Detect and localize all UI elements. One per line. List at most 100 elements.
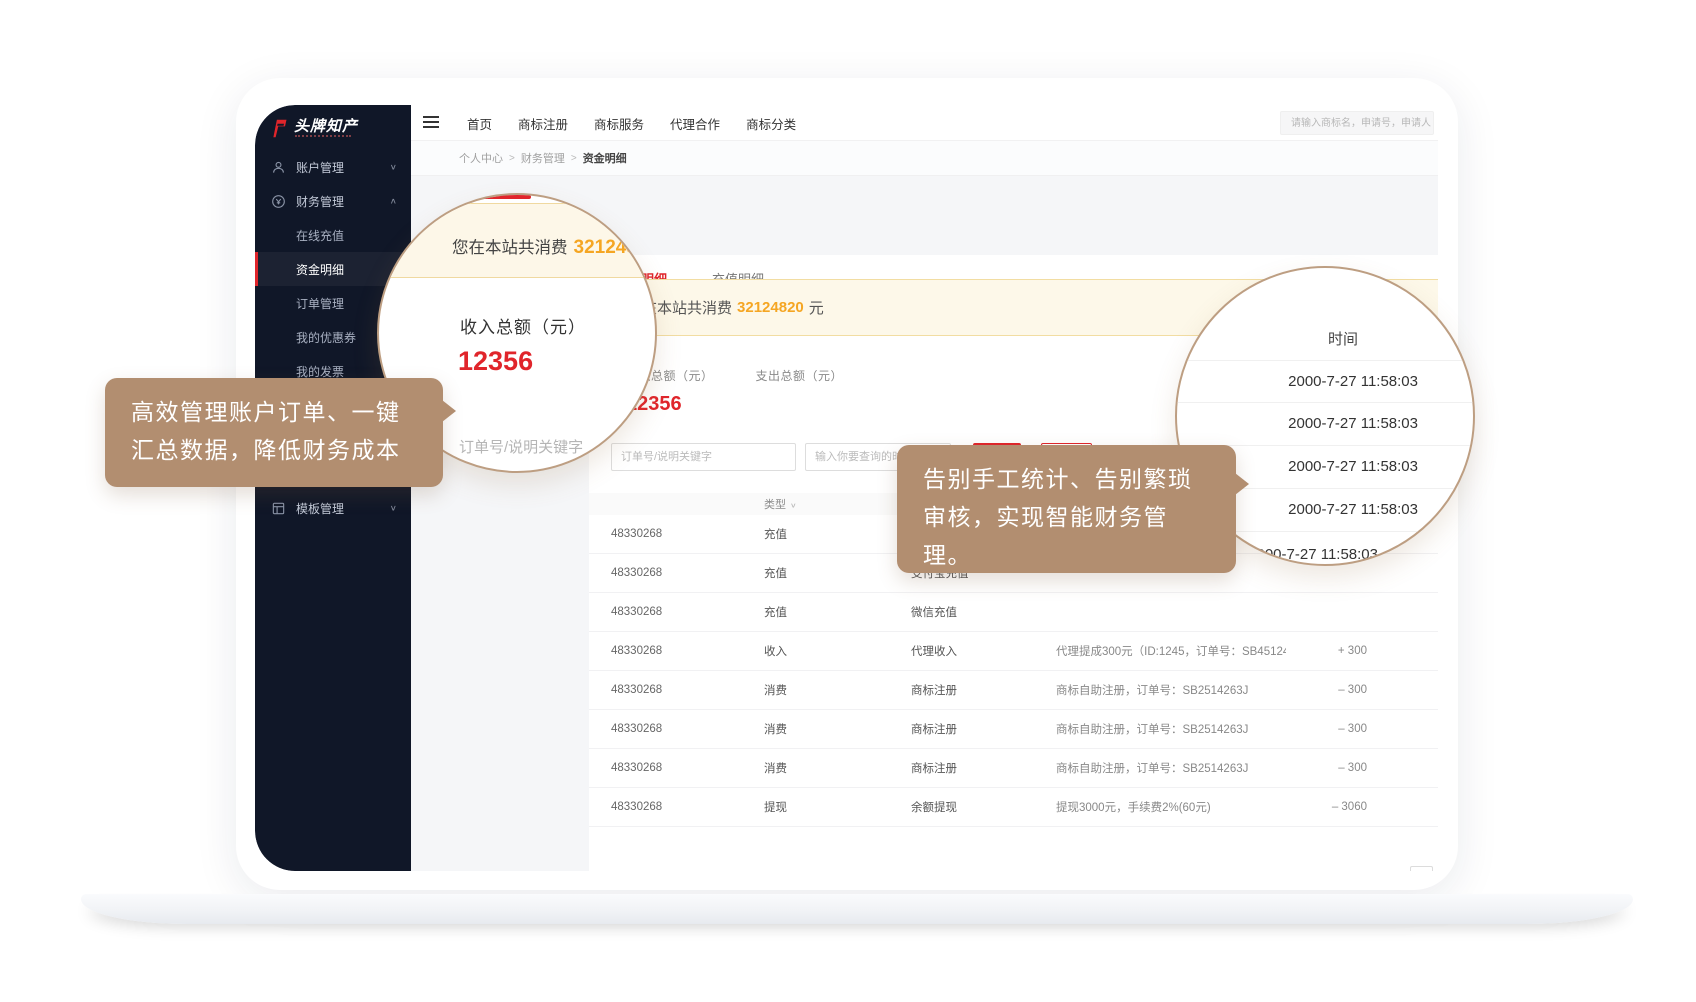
sidebar-item-label: 账户管理: [296, 159, 344, 176]
logo-subtext: [295, 135, 351, 137]
cell-balance: ¥ 12231: [1387, 762, 1438, 774]
cell-project: 代理收入: [911, 643, 1056, 659]
cell-type: 提现: [764, 799, 911, 815]
magnified-income-value: 12356: [458, 346, 533, 377]
table-row-3: 48330268收入代理收入代理提成300元（ID:1245，订单号：SB451…: [589, 632, 1438, 671]
nav-menu: 首页 商标注册 商标服务 代理合作 商标分类: [467, 105, 796, 141]
hamburger-menu-icon[interactable]: [423, 116, 439, 131]
col-header-1[interactable]: 类型 ∨: [764, 496, 911, 512]
cell-order: 48330268: [611, 645, 764, 657]
nav-item-4[interactable]: 商标分类: [746, 114, 796, 133]
cell-desc: 代理提成300元（ID:1245，订单号：SB45124）: [1056, 643, 1286, 659]
tooltip-right-line: 审核，实现智能财务管: [923, 498, 1210, 536]
logo[interactable]: 头牌知产: [269, 115, 358, 151]
cell-order: 48330268: [611, 801, 764, 813]
template-icon: [271, 501, 286, 516]
magnified-tab-underline: [483, 195, 531, 199]
sidebar-item-0[interactable]: 账户管理 ∨: [255, 150, 411, 184]
magnified-time-value: 2000-7-27 11:58:03: [1288, 501, 1418, 518]
cell-desc: 商标自助注册，订单号：SB2514263J: [1056, 760, 1286, 776]
sidebar-item-label: 财务管理: [296, 193, 344, 210]
magnified-banner-text: 您在本站共消费 32124820: [452, 234, 657, 259]
magnified-time-value: 2000-7-27 11:58:03: [1288, 415, 1418, 432]
breadcrumb-item-1[interactable]: 财务管理: [521, 150, 565, 166]
tooltip-right-arrow: [1235, 473, 1249, 495]
table-row-4: 48330268消费商标注册商标自助注册，订单号：SB2514263J– 300…: [589, 671, 1438, 710]
tooltip-right: 告别手工统计、告别繁琐审核，实现智能财务管理。: [897, 445, 1236, 573]
nav-item-0[interactable]: 首页: [467, 114, 492, 133]
magnified-time-row: 2000-7-27 11:58:03: [1175, 403, 1475, 446]
stat-1: 支出总额（元）: [709, 367, 843, 393]
trademark-search-input[interactable]: [1280, 111, 1434, 135]
cell-order: 48330268: [611, 528, 764, 540]
cell-order: 48330268: [611, 723, 764, 735]
magnified-keyword-placeholder: 订单号/说明关键字: [459, 436, 583, 457]
cell-order: 48330268: [611, 762, 764, 774]
table-row-2: 48330268充值微信充值2000-7-27 11:58:03: [589, 593, 1438, 632]
chevron-icon: ∨: [390, 504, 397, 513]
col-header-label: 类型: [764, 499, 786, 511]
magnified-banner-value: 32124820: [574, 237, 658, 258]
nav-item-2[interactable]: 商标服务: [594, 114, 644, 133]
sidebar-item-label: 模板管理: [296, 500, 344, 517]
cell-type: 消费: [764, 682, 911, 698]
magnified-time-partial: 2000-7-27 11:58:03: [1248, 546, 1378, 563]
magnified-time-row: 2000-7-27 11:58:03: [1175, 360, 1475, 403]
cell-desc: 商标自助注册，订单号：SB2514263J: [1056, 721, 1286, 737]
magnified-income-label: 收入总额（元）: [460, 313, 586, 338]
user-icon: [271, 160, 286, 175]
tooltip-left: 高效管理账户订单、一键汇总数据，降低财务成本: [105, 378, 443, 487]
cell-balance: ¥ 12231: [1387, 801, 1438, 813]
top-navbar: 首页 商标注册 商标服务 代理合作 商标分类: [411, 105, 1438, 141]
cell-amount: + 300: [1286, 645, 1367, 657]
cell-type: 消费: [764, 721, 911, 737]
nav-item-1[interactable]: 商标注册: [518, 114, 568, 133]
sidebar-item-7[interactable]: 模板管理 ∨: [255, 491, 411, 525]
pagination-prev-button[interactable]: <: [1410, 866, 1433, 871]
sort-chevron-icon: ∨: [790, 501, 797, 509]
cell-balance: ¥ 12231: [1387, 684, 1438, 696]
tooltip-left-arrow: [442, 400, 456, 422]
finance-icon: [271, 194, 286, 209]
magnified-banner-prefix: 您在本站共消费: [452, 239, 568, 257]
laptop-base: [81, 894, 1633, 924]
sidebar-item-label: 订单管理: [296, 295, 344, 312]
cell-type: 消费: [764, 760, 911, 776]
logo-text: 头牌知产: [294, 115, 358, 136]
sidebar-item-label: 资金明细: [296, 261, 344, 278]
table-row-7: 48330268提现余额提现提现3000元，手续费2%(60元)– 3060¥ …: [589, 788, 1438, 827]
sidebar-item-label: 我的优惠券: [296, 329, 356, 346]
breadcrumb-separator: >: [509, 153, 515, 164]
tooltip-right-line: 理。: [923, 536, 1210, 574]
breadcrumb-item-0[interactable]: 个人中心: [459, 150, 503, 166]
cell-type: 收入: [764, 643, 911, 659]
stat-label: 支出总额（元）: [709, 367, 843, 384]
cell-amount: – 3060: [1286, 801, 1367, 813]
magnified-time-value: 2000-7-27 11:58:03: [1288, 373, 1418, 390]
cell-desc: 商标自助注册，订单号：SB2514263J: [1056, 682, 1286, 698]
banner-unit: 元: [809, 297, 824, 318]
tooltip-left-line: 高效管理账户订单、一键: [131, 393, 417, 431]
cell-order: 48330268: [611, 684, 764, 696]
breadcrumb-separator: >: [571, 153, 577, 164]
nav-item-3[interactable]: 代理合作: [670, 114, 720, 133]
magnified-time-header: 时间: [1328, 328, 1358, 349]
logo-icon: [269, 118, 290, 139]
banner-value: 32124820: [737, 299, 804, 316]
table-row-5: 48330268消费商标注册商标自助注册，订单号：SB2514263J– 300…: [589, 710, 1438, 749]
chevron-icon: ∨: [390, 163, 397, 172]
cell-order: 48330268: [611, 606, 764, 618]
cell-order: 48330268: [611, 567, 764, 579]
cell-project: 余额提现: [911, 799, 1056, 815]
sidebar-item-label: 在线充值: [296, 227, 344, 244]
cell-amount: – 300: [1286, 762, 1367, 774]
tooltip-left-line: 汇总数据，降低财务成本: [131, 431, 417, 469]
sidebar-item-label: 我的发票: [296, 363, 344, 380]
cell-project: 商标注册: [911, 721, 1056, 737]
table-row-6: 48330268消费商标注册商标自助注册，订单号：SB2514263J– 300…: [589, 749, 1438, 788]
magnified-time-value: 2000-7-27 11:58:03: [1288, 458, 1418, 475]
cell-balance: ¥ 12231: [1387, 645, 1438, 657]
cell-type: 充值: [764, 604, 911, 620]
keyword-filter-input[interactable]: [611, 443, 796, 471]
cell-amount: – 300: [1286, 723, 1367, 735]
